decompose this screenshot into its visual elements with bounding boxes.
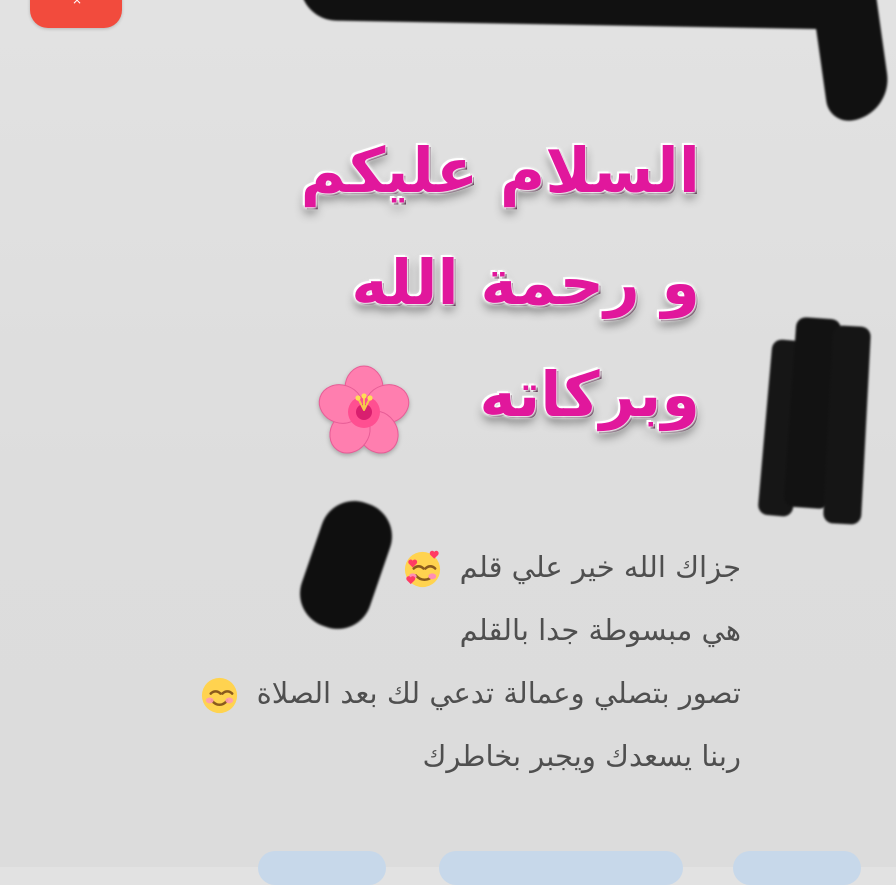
message-line: تصور بتصلي وعمالة تدعي لك بعد الصلاة: [91, 662, 741, 725]
bottom-action-bar: [0, 851, 896, 885]
action-chip[interactable]: [439, 851, 683, 885]
message-line: ربنا يسعدك ويجبر بخاطرك: [91, 725, 741, 788]
redaction-top: [299, 0, 871, 30]
message-line: هي مبسوطة جدا بالقلم: [91, 599, 741, 662]
redaction-top-tail: [807, 0, 893, 124]
message-line-text: ربنا يسعدك ويجبر بخاطرك: [422, 739, 741, 773]
message-line: جزاك الله خير علي قلم: [91, 536, 741, 599]
action-chip[interactable]: [733, 851, 861, 885]
message-body: جزاك الله خير علي قلم هي مبسوطة جدا بالق…: [91, 536, 741, 788]
message-line-text: جزاك الله خير علي قلم: [459, 550, 741, 584]
hibiscus-icon: [318, 365, 410, 454]
greeting-line-1: السلام عليكم: [300, 134, 700, 207]
smiling-face-with-hearts-icon: [405, 550, 441, 587]
close-button[interactable]: ×: [30, 0, 122, 28]
message-line-text: تصور بتصلي وعمالة تدعي لك بعد الصلاة: [256, 676, 741, 710]
action-chip[interactable]: [258, 851, 386, 885]
message-line-text: هي مبسوطة جدا بالقلم: [459, 613, 741, 647]
greeting-line-2: و رحمة الله: [351, 246, 700, 319]
close-icon: ×: [72, 0, 83, 7]
smiling-face-icon: [202, 677, 238, 713]
